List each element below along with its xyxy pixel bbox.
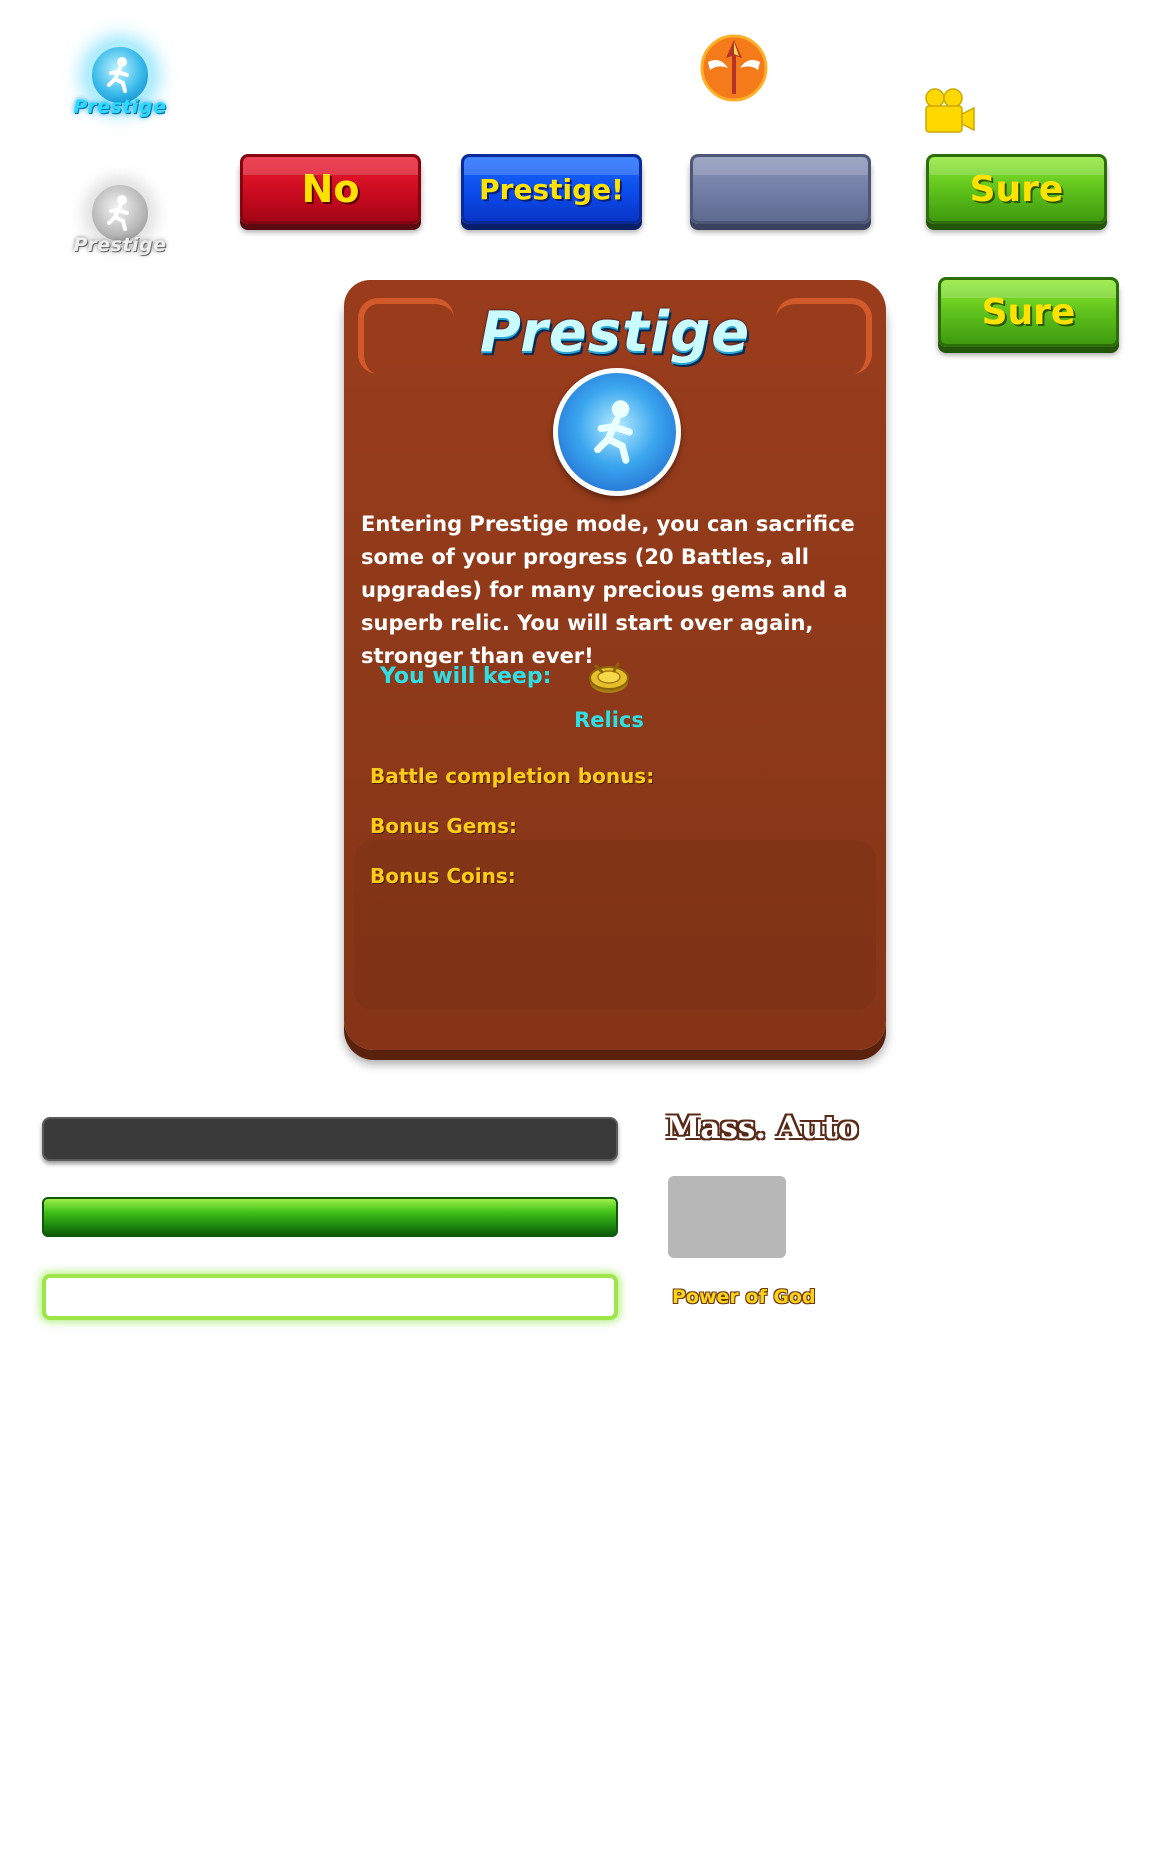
- button-highlight: [464, 157, 639, 175]
- sure-button[interactable]: Sure: [926, 154, 1107, 224]
- bonus-coins-label: Bonus Coins:: [370, 864, 516, 888]
- winged-spear-icon[interactable]: [700, 34, 768, 102]
- relic-coin-icon: [588, 658, 630, 696]
- progress-bar-dark: [42, 1117, 618, 1161]
- progress-bar-green: [42, 1197, 618, 1237]
- power-of-god-label: Power of God: [672, 1286, 816, 1308]
- mass-auto-label[interactable]: Mass. Auto: [666, 1110, 858, 1146]
- button-highlight: [929, 157, 1104, 175]
- prestige-button-label: Prestige!: [479, 172, 624, 206]
- bonus-gems-label: Bonus Gems:: [370, 814, 518, 838]
- placeholder-box: [668, 1176, 786, 1258]
- panel-title: Prestige: [479, 300, 751, 365]
- relics-label: Relics: [574, 708, 644, 732]
- prestige-panel: Prestige Entering Prestige mode, you can…: [344, 280, 886, 1050]
- no-button[interactable]: No: [240, 154, 421, 224]
- prestige-label-inactive: Prestige: [73, 234, 167, 256]
- battle-bonus-label: Battle completion bonus:: [370, 764, 655, 788]
- video-camera-icon[interactable]: [924, 88, 976, 136]
- prestige-emblem-icon: [553, 368, 681, 496]
- button-highlight: [693, 157, 868, 175]
- disabled-button[interactable]: [690, 154, 871, 224]
- button-highlight: [243, 157, 418, 175]
- button-highlight: [941, 280, 1116, 298]
- sure-button-alt[interactable]: Sure: [938, 277, 1119, 347]
- keep-label: You will keep:: [380, 664, 552, 689]
- prestige-confirm-button[interactable]: Prestige!: [461, 154, 642, 224]
- progress-bar-outline: [42, 1274, 618, 1320]
- panel-description: Entering Prestige mode, you can sacrific…: [361, 512, 855, 668]
- prestige-icon-active[interactable]: Prestige: [50, 44, 190, 118]
- prestige-icon-inactive[interactable]: Prestige: [50, 182, 190, 256]
- prestige-label-active: Prestige: [73, 96, 167, 118]
